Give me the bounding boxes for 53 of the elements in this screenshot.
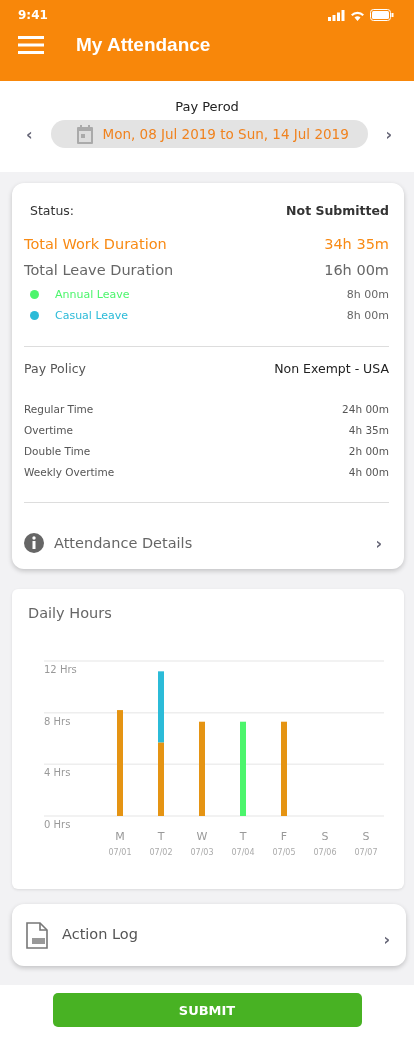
next-button[interactable]: › xyxy=(381,124,396,144)
attendance-details-link[interactable]: Attendance Details › xyxy=(24,517,389,569)
info-icon xyxy=(24,533,44,553)
time-value: 4h 00m xyxy=(348,465,389,478)
date-label: 07/02 xyxy=(149,848,173,857)
work-duration-label: Total Work Duration xyxy=(24,236,167,252)
date-label: 07/07 xyxy=(354,848,378,857)
status-label: Status: xyxy=(30,203,75,218)
leave-value: 8h 00m xyxy=(346,288,389,301)
date-label: 07/06 xyxy=(313,848,337,857)
time-label: Regular Time xyxy=(24,402,94,415)
leave-value: 8h 00m xyxy=(346,309,389,322)
time-value: 4h 35m xyxy=(348,423,389,436)
signal-icon xyxy=(328,9,345,21)
previous-button[interactable]: ‹ xyxy=(22,124,37,144)
time-value: 24h 00m xyxy=(342,402,389,415)
day-label: T xyxy=(239,830,247,843)
date-label: 07/03 xyxy=(190,848,214,857)
time-label: Double Time xyxy=(24,444,91,457)
pay-policy-value: Non Exempt - USA xyxy=(274,361,389,376)
axis-label: 4 Hrs xyxy=(44,767,71,779)
date-label: 07/01 xyxy=(108,848,132,857)
clock-time: 9:41 xyxy=(18,8,48,22)
day-label: M xyxy=(115,830,125,843)
day-label: S xyxy=(321,830,329,843)
wifi-icon xyxy=(350,9,365,21)
chart-title: Daily Hours xyxy=(28,605,113,621)
work-duration-value: 34h 35m xyxy=(324,236,389,252)
screen-title: My Attendance xyxy=(76,34,211,56)
status-value: Not Submitted xyxy=(286,203,389,218)
day-label: F xyxy=(280,830,288,843)
date-label: 07/05 xyxy=(272,848,296,857)
calendar-icon xyxy=(76,124,93,144)
leave-duration-value: 16h 00m xyxy=(324,262,389,278)
menu-icon[interactable] xyxy=(18,36,44,54)
axis-label: 0 Hrs xyxy=(44,819,71,830)
leave-type: Annual Leave xyxy=(55,288,130,301)
day-label: W xyxy=(196,830,208,843)
date-label: 07/04 xyxy=(231,848,255,857)
leave-duration-label: Total Leave Duration xyxy=(24,262,174,278)
log-file-icon xyxy=(26,921,48,949)
pay-period-label: Pay Perod xyxy=(175,99,239,114)
axis-label: 8 Hrs xyxy=(44,715,71,727)
leave-type: Casual Leave xyxy=(55,309,129,322)
axis-label: 12 Hrs xyxy=(44,664,77,675)
pay-policy-label: Pay Policy xyxy=(24,361,86,376)
day-label: T xyxy=(157,830,165,843)
time-label: Overtime xyxy=(24,423,73,436)
action-log-link[interactable]: Action Log › xyxy=(12,904,406,966)
time-label: Weekly Overtime xyxy=(24,465,115,478)
time-value: 2h 00m xyxy=(348,444,389,457)
day-label: S xyxy=(362,830,370,843)
battery-icon xyxy=(370,9,394,21)
